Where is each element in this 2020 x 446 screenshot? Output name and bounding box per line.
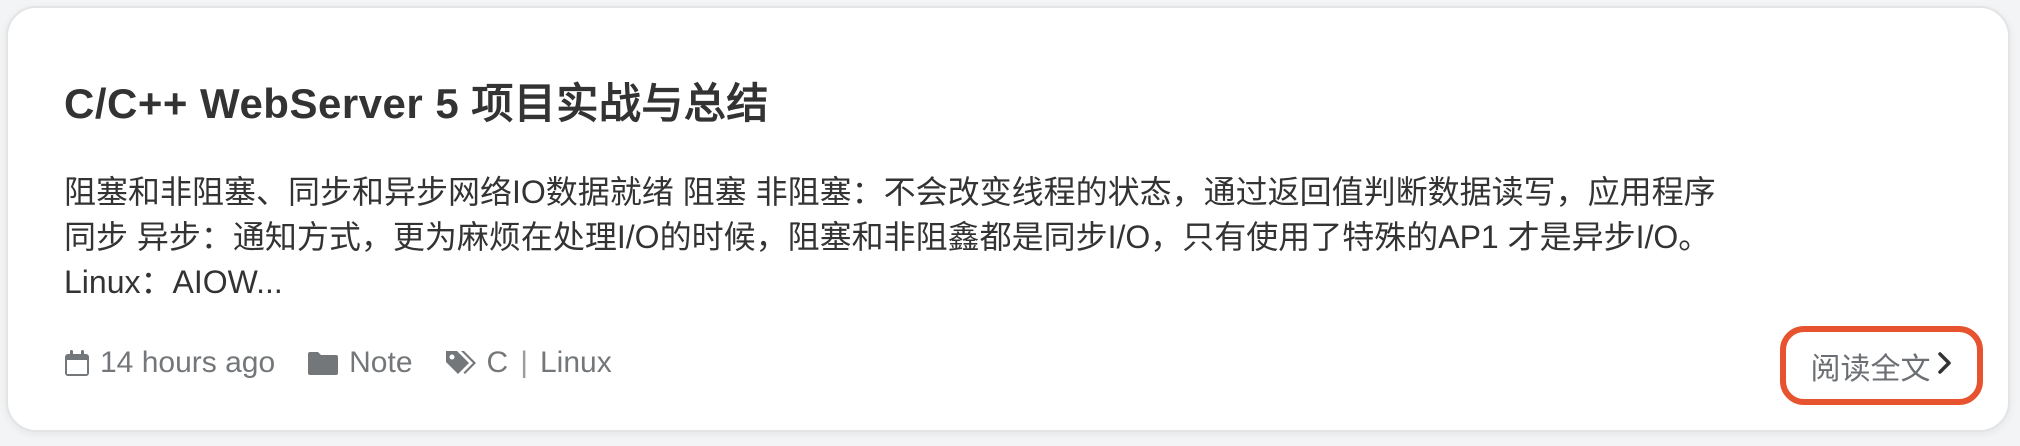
excerpt-line: 阻塞和非阻塞、同步和异步网络IO数据就绪 阻塞 非阻塞：不会改变线程的状态，通过…: [64, 174, 1716, 210]
category-link[interactable]: Note: [349, 346, 412, 380]
post-tags: C | Linux: [445, 346, 612, 380]
post-date-text: 14 hours ago: [100, 346, 276, 379]
excerpt-line: Linux：AIOW...: [64, 264, 283, 300]
tags-icon: [445, 349, 477, 377]
chevron-right-icon: [1931, 349, 1953, 383]
post-excerpt: 阻塞和非阻塞、同步和异步网络IO数据就绪 阻塞 非阻塞：不会改变线程的状态，通过…: [64, 170, 1964, 305]
tag-link-linux[interactable]: Linux: [540, 346, 612, 380]
post-meta: 14 hours ago Note C | Linux: [64, 346, 612, 380]
calendar-icon: [64, 349, 90, 377]
post-title[interactable]: C/C++ WebServer 5 项目实战与总结: [64, 70, 769, 131]
excerpt-line: 同步 异步：通知方式，更为麻烦在处理I/O的时候，阻塞和非阻鑫都是同步I/O，只…: [64, 219, 1711, 255]
post-category[interactable]: Note: [307, 346, 413, 380]
read-more-button[interactable]: 阅读全文: [1780, 326, 1983, 405]
post-date: 14 hours ago: [64, 346, 275, 380]
tag-separator: |: [520, 346, 528, 379]
tag-link-c[interactable]: C: [487, 346, 509, 380]
folder-icon: [307, 350, 339, 376]
post-card: C/C++ WebServer 5 项目实战与总结 阻塞和非阻塞、同步和异步网络…: [6, 6, 2010, 432]
read-more-label: 阅读全文: [1810, 352, 1931, 386]
